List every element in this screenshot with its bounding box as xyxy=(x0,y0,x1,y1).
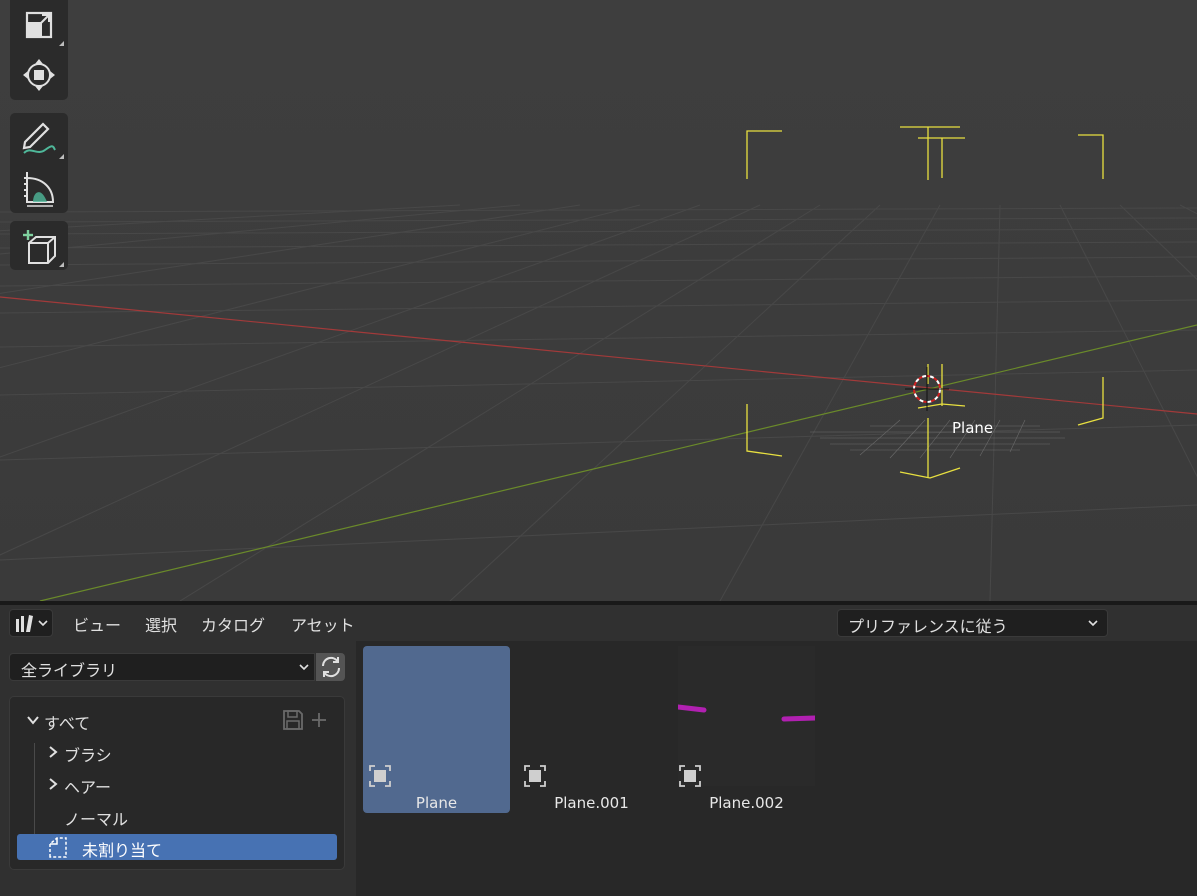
add-toolbox xyxy=(10,221,68,270)
object-type-icon xyxy=(524,765,546,787)
asset-sidebar: 全ライブラリ すべて ブラシ ヘアー ノーマル 未割り当て xyxy=(0,641,356,896)
catalog-item-normal[interactable]: ノーマル xyxy=(10,803,344,829)
chevron-right-icon[interactable] xyxy=(48,745,58,759)
viewport-grid xyxy=(0,126,1197,601)
add-cube-tool-button[interactable] xyxy=(10,221,68,271)
asset-tile-plane-001[interactable]: Plane.001 xyxy=(518,646,665,813)
catalog-item-label: ブラシ xyxy=(64,746,112,765)
catalog-root-label: すべて xyxy=(44,714,91,733)
menu-view[interactable]: ビュー xyxy=(73,612,121,636)
catalog-item-hair[interactable]: ヘアー xyxy=(10,771,344,797)
catalog-item-label: 未割り当て xyxy=(82,841,163,860)
refresh-icon xyxy=(321,656,340,678)
add-cube-icon xyxy=(23,230,56,264)
library-value: 全ライブラリ xyxy=(21,661,118,680)
transform-toolbox xyxy=(10,0,68,100)
annotate-pencil-icon xyxy=(22,122,56,154)
refresh-library-button[interactable] xyxy=(316,653,345,681)
asset-browser-icon xyxy=(16,615,33,632)
menu-select[interactable]: 選択 xyxy=(145,612,177,636)
chevron-down-icon xyxy=(299,664,309,671)
save-catalog-icon[interactable] xyxy=(282,709,304,731)
object-name-label: Plane xyxy=(952,419,994,437)
catalog-item-label: ヘアー xyxy=(64,778,112,797)
transform-icon xyxy=(23,59,55,91)
chevron-down-icon xyxy=(1088,620,1098,627)
asset-tile-plane[interactable]: Plane xyxy=(363,646,510,813)
asset-name: Plane xyxy=(415,794,458,812)
annotate-tool-button[interactable] xyxy=(10,113,68,163)
3d-viewport[interactable]: Plane xyxy=(0,0,1197,601)
object-type-icon xyxy=(679,765,701,787)
catalog-root[interactable]: すべて xyxy=(10,707,344,733)
transform-tool-button[interactable] xyxy=(10,50,68,100)
catalog-item-unassigned[interactable]: 未割り当て xyxy=(17,834,337,860)
catalog-tree: すべて ブラシ ヘアー ノーマル 未割り当て xyxy=(9,696,345,870)
asset-name: Plane.001 xyxy=(554,794,629,812)
object-type-icon xyxy=(369,765,391,787)
menu-asset[interactable]: アセット xyxy=(291,612,355,636)
chevron-right-icon[interactable] xyxy=(48,777,58,791)
asset-name: Plane.002 xyxy=(709,794,784,812)
asset-grid: Plane Plane.001 Plane.002 xyxy=(358,641,1197,896)
scale-tool-button[interactable] xyxy=(10,0,68,50)
import-method-value: プリファレンスに従う xyxy=(848,617,1008,636)
catalog-item-brush[interactable]: ブラシ xyxy=(10,739,344,765)
chevron-down-icon xyxy=(38,620,48,627)
catalog-item-label: ノーマル xyxy=(64,810,129,829)
annotate-toolbox xyxy=(10,113,68,213)
add-catalog-icon[interactable] xyxy=(311,712,327,728)
import-method-select[interactable]: プリファレンスに従う xyxy=(837,609,1108,637)
asset-tile-plane-002[interactable]: Plane.002 xyxy=(673,646,820,813)
measure-ruler-icon xyxy=(24,172,55,207)
scale-icon xyxy=(25,11,53,39)
editor-type-button[interactable] xyxy=(9,609,53,637)
asset-browser-header: ビュー 選択 カタログ アセット プリファレンスに従う xyxy=(0,605,1197,641)
measure-tool-button[interactable] xyxy=(10,163,68,213)
chevron-down-icon[interactable] xyxy=(26,714,40,726)
menu-catalog[interactable]: カタログ xyxy=(201,612,265,636)
library-select[interactable]: 全ライブラリ xyxy=(9,653,315,681)
asset-browser: ビュー 選択 カタログ アセット プリファレンスに従う 全ライブラリ すべて ブ… xyxy=(0,605,1197,896)
unassigned-catalog-icon xyxy=(49,837,67,858)
